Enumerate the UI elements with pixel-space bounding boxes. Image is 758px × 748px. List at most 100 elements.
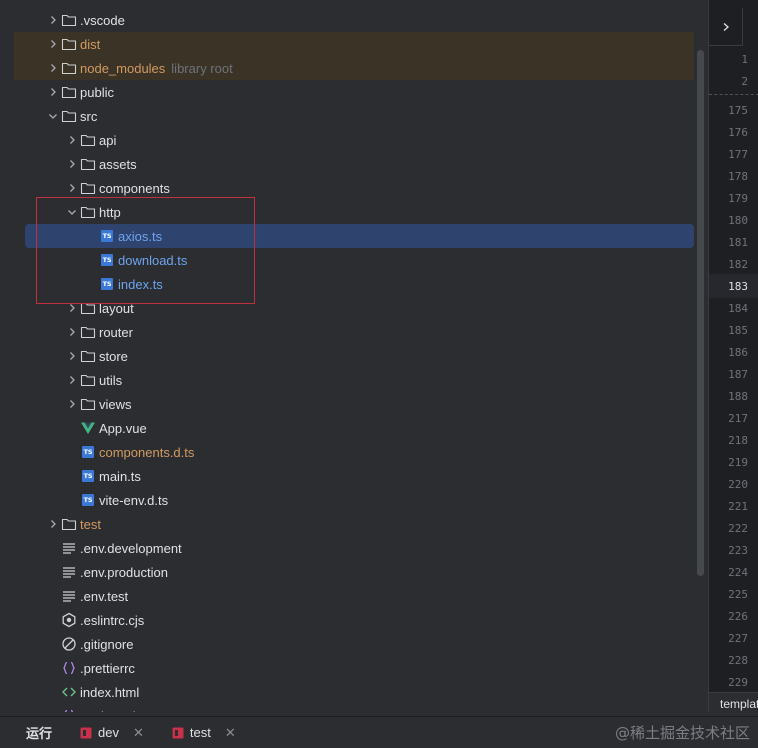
tree-row-label: store [99,348,128,364]
line-number: 217 [728,412,748,425]
tree-row-src[interactable]: src [14,104,694,128]
chevron-down-icon[interactable] [45,104,61,128]
line-number: 223 [728,544,748,557]
tree-row-env-development[interactable]: .env.development [14,536,694,560]
chevron-right-icon[interactable] [64,344,80,368]
chevron-right-icon[interactable] [64,368,80,392]
chevron-right-icon[interactable] [45,80,61,104]
editor-gutter: 1 2 175 176 177 178 179 180 181 182 183 184 185 186 18… [708,0,758,712]
close-icon[interactable]: ✕ [225,725,236,741]
tree-row-api[interactable]: api [14,128,694,152]
tree-row-download-ts[interactable]: TS download.ts [14,248,694,272]
tree-row-components[interactable]: components [14,176,694,200]
tree-row-views[interactable]: views [14,392,694,416]
tree-row-node-modules[interactable]: node_modules library root [14,56,694,80]
chevron-right-icon[interactable] [64,320,80,344]
tree-row-label: public [80,84,114,100]
json-braces-icon [61,660,77,676]
folder-icon [80,372,96,388]
run-tab-label: dev [98,725,119,740]
tab-scroll-button[interactable] [709,8,743,46]
tree-row-gitignore[interactable]: .gitignore [14,632,694,656]
tree-row-eslintrc-cjs[interactable]: .eslintrc.cjs [14,608,694,632]
typescript-file-icon: TS [101,230,113,242]
tree-row-prettierrc[interactable]: .prettierrc [14,656,694,680]
tree-row-public[interactable]: public [14,80,694,104]
folder-icon [80,396,96,412]
line-number: 182 [728,258,748,271]
line-number: 220 [728,478,748,491]
library-root-hint: library root [171,60,233,76]
tree-row-vite-env-d-ts[interactable]: TS vite-env.d.ts [14,488,694,512]
tree-row-assets[interactable]: assets [14,152,694,176]
tree-scrollbar[interactable] [697,50,704,576]
tree-row-index-html[interactable]: index.html [14,680,694,704]
line-number: 177 [728,148,748,161]
tree-row-env-test[interactable]: .env.test [14,584,694,608]
close-icon[interactable]: ✕ [133,725,144,741]
line-number: 180 [728,214,748,227]
line-number: 187 [728,368,748,381]
tree-row-env-production[interactable]: .env.production [14,560,694,584]
tree-row-components-d-ts[interactable]: TS components.d.ts [14,440,694,464]
chevron-right-icon[interactable] [45,56,61,80]
folder-icon [61,12,77,28]
run-tab-label: test [189,725,211,740]
tree-row-label: http [99,204,121,220]
chevron-right-icon[interactable] [45,8,61,32]
tree-row-label: node_modules [80,60,166,76]
tree-row-label: axios.ts [118,228,163,244]
tree-row-package-json[interactable]: package.json [14,704,694,712]
project-tree-panel: .vscode dist node_modules library root publi… [14,8,708,712]
run-tab-test[interactable]: test ✕ [172,725,236,741]
chevron-right-icon[interactable] [45,32,61,56]
run-tab-dev[interactable]: dev ✕ [80,725,144,741]
tree-row-http[interactable]: http [14,200,694,224]
folder-icon [80,132,96,148]
chevron-right-icon[interactable] [64,392,80,416]
json-braces-icon [61,708,77,712]
line-number: 188 [728,390,748,403]
tree-row-label: router [99,324,133,340]
chevron-right-icon[interactable] [64,128,80,152]
folder-icon [61,60,77,76]
folder-icon [80,204,96,220]
tree-row-label: src [80,108,98,124]
editor-breadcrumb[interactable]: template [709,692,758,712]
tree-row-axios-ts[interactable]: TS axios.ts [25,224,694,248]
tree-row-test[interactable]: test [14,512,694,536]
tree-row-layout[interactable]: layout [14,296,694,320]
ignore-file-icon [61,636,77,652]
chevron-right-icon[interactable] [64,296,80,320]
run-tool-window-title[interactable]: 运行 [26,723,52,742]
tree-row-main-ts[interactable]: TS main.ts [14,464,694,488]
tree-row-store[interactable]: store [14,344,694,368]
tree-row-app-vue[interactable]: App.vue [14,416,694,440]
tree-row-label: vite-env.d.ts [99,492,169,508]
tree-row-label: index.ts [118,276,163,292]
chevron-right-icon[interactable] [64,152,80,176]
folder-icon [61,516,77,532]
folder-icon [80,324,96,340]
folder-icon [80,348,96,364]
tree-row-dist[interactable]: dist [14,32,694,56]
tree-row-router[interactable]: router [14,320,694,344]
tree-row-index-ts[interactable]: TS index.ts [14,272,694,296]
tree-row-vscode[interactable]: .vscode [14,8,694,32]
line-number: 227 [728,632,748,645]
chevron-right-icon[interactable] [64,176,80,200]
chevron-right-icon[interactable] [45,512,61,536]
line-number: 219 [728,456,748,469]
tree-row-utils[interactable]: utils [14,368,694,392]
chevron-down-icon[interactable] [64,200,80,224]
folder-icon [80,156,96,172]
